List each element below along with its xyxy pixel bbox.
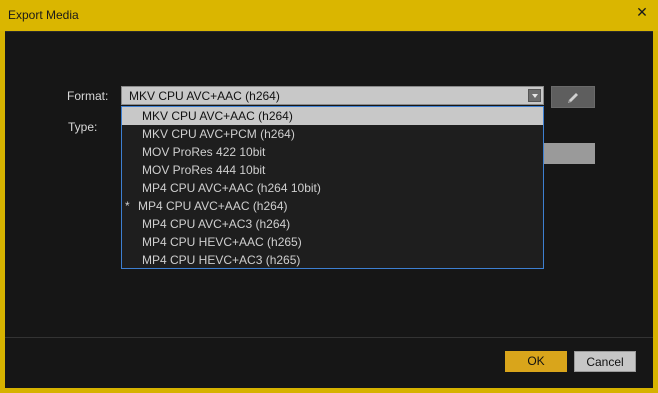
- dropdown-option-label: MP4 CPU HEVC+AAC (h265): [142, 235, 302, 249]
- type-field[interactable]: [544, 143, 595, 164]
- format-select-value: MKV CPU AVC+AAC (h264): [129, 89, 280, 103]
- format-label: Format:: [67, 89, 109, 103]
- dropdown-option[interactable]: MP4 CPU AVC+AAC (h264 10bit): [122, 179, 543, 197]
- edit-preset-button[interactable]: [551, 86, 595, 108]
- dropdown-option[interactable]: MP4 CPU HEVC+AC3 (h265): [122, 251, 543, 269]
- dropdown-option[interactable]: MP4 CPU HEVC+AAC (h265): [122, 233, 543, 251]
- type-label: Type:: [68, 120, 98, 134]
- cancel-button[interactable]: Cancel: [574, 351, 636, 372]
- dropdown-option[interactable]: MOV ProRes 422 10bit: [122, 143, 543, 161]
- dropdown-option[interactable]: * MP4 CPU AVC+AAC (h264): [122, 197, 543, 215]
- dropdown-option-label: MKV CPU AVC+PCM (h264): [142, 127, 295, 141]
- title-bar[interactable]: Export Media ✕: [0, 0, 658, 31]
- dialog-window: Export Media ✕ Format: Type: MKV CPU AVC…: [0, 0, 658, 393]
- dropdown-option-label: MP4 CPU HEVC+AC3 (h265): [142, 253, 301, 267]
- ok-button[interactable]: OK: [505, 351, 567, 372]
- dropdown-option[interactable]: MKV CPU AVC+PCM (h264): [122, 125, 543, 143]
- format-dropdown-list[interactable]: MKV CPU AVC+AAC (h264) MKV CPU AVC+PCM (h…: [121, 106, 544, 269]
- dropdown-option[interactable]: MP4 CPU AVC+AC3 (h264): [122, 215, 543, 233]
- dropdown-option-label: MOV ProRes 444 10bit: [142, 163, 266, 177]
- default-marker: *: [125, 199, 130, 213]
- dropdown-option-label: MOV ProRes 422 10bit: [142, 145, 266, 159]
- footer-divider: [5, 337, 653, 338]
- dropdown-option-label: MP4 CPU AVC+AC3 (h264): [142, 217, 291, 231]
- close-icon[interactable]: ✕: [636, 6, 648, 20]
- window-title: Export Media: [8, 8, 79, 22]
- dropdown-option-label: MP4 CPU AVC+AAC (h264 10bit): [142, 181, 321, 195]
- dropdown-option-label: MKV CPU AVC+AAC (h264): [142, 109, 293, 123]
- chevron-down-icon[interactable]: [528, 89, 541, 102]
- dropdown-option[interactable]: MOV ProRes 444 10bit: [122, 161, 543, 179]
- dropdown-option[interactable]: MKV CPU AVC+AAC (h264): [122, 107, 543, 125]
- dropdown-option-label: MP4 CPU AVC+AAC (h264): [138, 199, 288, 213]
- format-select[interactable]: MKV CPU AVC+AAC (h264): [121, 86, 544, 105]
- pencil-icon: [568, 93, 578, 103]
